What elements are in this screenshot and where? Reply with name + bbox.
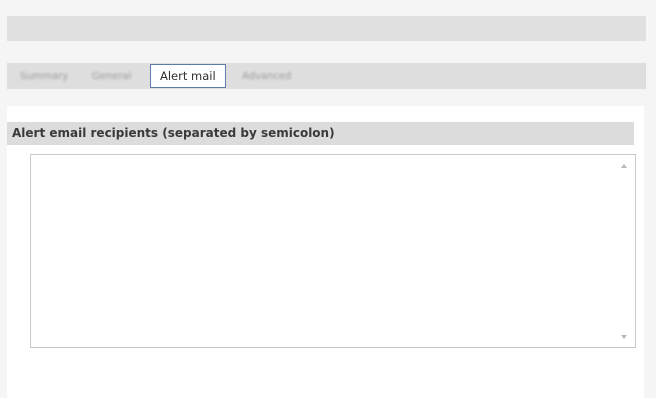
scroll-up-arrow-icon[interactable] bbox=[621, 164, 627, 168]
tab-advanced[interactable]: Advanced bbox=[242, 66, 291, 87]
window-frame: Summary General Alert mail Advanced Aler… bbox=[0, 0, 656, 398]
page: Summary General Alert mail Advanced Aler… bbox=[0, 0, 656, 398]
alert-mail-panel: Alert email recipients (separated by sem… bbox=[7, 106, 644, 398]
section-title: Alert email recipients (separated by sem… bbox=[7, 122, 634, 145]
textarea-scrollbar[interactable] bbox=[616, 155, 635, 347]
tab-summary[interactable]: Summary bbox=[20, 66, 68, 87]
top-bar bbox=[7, 16, 646, 41]
scroll-down-arrow-icon[interactable] bbox=[621, 335, 627, 339]
tab-strip: Summary General Alert mail Advanced bbox=[7, 63, 646, 89]
tab-general[interactable]: General bbox=[92, 66, 131, 87]
recipients-textarea[interactable] bbox=[31, 155, 616, 347]
recipients-field-container bbox=[30, 154, 636, 348]
tab-alert-mail[interactable]: Alert mail bbox=[150, 64, 226, 88]
